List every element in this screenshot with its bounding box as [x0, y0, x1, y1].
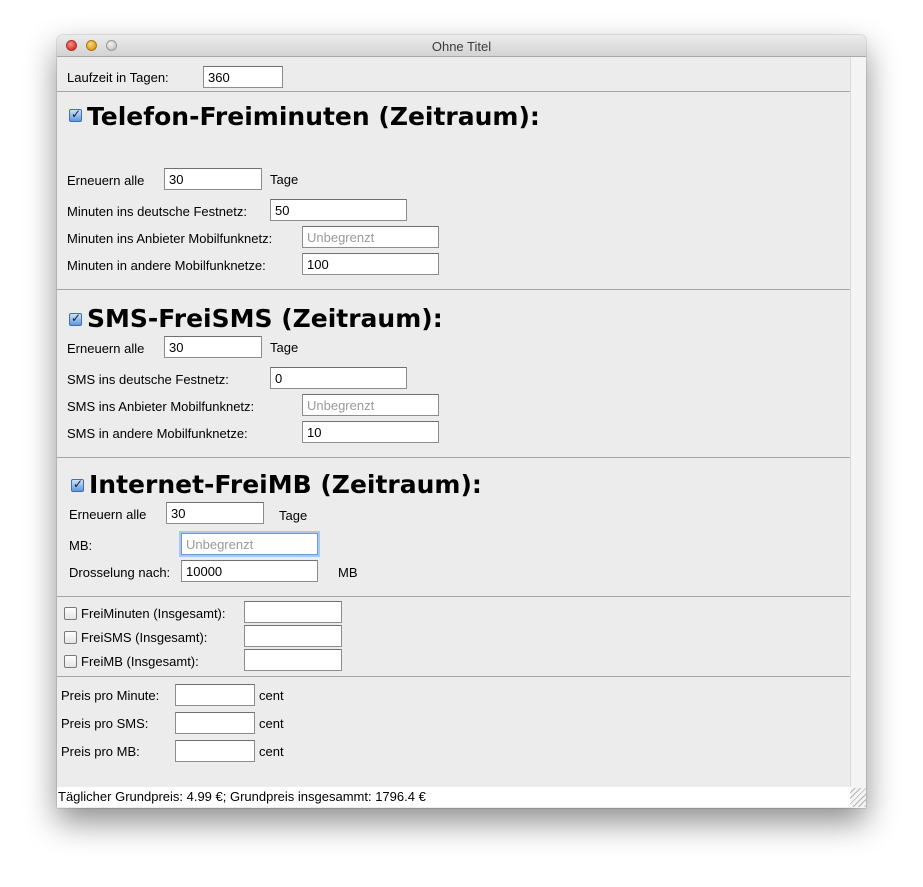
freisms-total-label: FreiSMS (Insgesamt): [81, 630, 208, 645]
telefon-andere-label: Minuten in andere Mobilfunknetze: [67, 258, 266, 273]
price-sms-input[interactable] [175, 712, 255, 734]
sms-renew-label: Erneuern alle [67, 341, 145, 356]
telefon-renew-input[interactable] [164, 168, 262, 190]
telefon-heading: Telefon-Freiminuten (Zeitraum): [87, 102, 540, 131]
price-minute-label: Preis pro Minute: [61, 688, 160, 703]
freiminuten-total-input[interactable] [244, 601, 342, 623]
window-title: Ohne Titel [431, 39, 492, 54]
sms-heading: SMS-FreiSMS (Zeitraum): [87, 304, 443, 333]
vertical-scrollbar[interactable] [850, 57, 866, 808]
telefon-andere-input[interactable] [302, 253, 439, 275]
internet-enabled-checkbox[interactable] [71, 477, 84, 492]
separator [57, 676, 850, 677]
telefon-anbieter-label: Minuten ins Anbieter Mobilfunknetz: [67, 231, 273, 246]
internet-renew-label: Erneuern alle [69, 507, 147, 522]
telefon-anbieter-input[interactable] [302, 226, 439, 248]
price-minute-unit: cent [259, 688, 284, 703]
freimb-total-checkbox[interactable] [64, 655, 77, 668]
sms-anbieter-input[interactable] [302, 394, 439, 416]
price-sms-label: Preis pro SMS: [61, 716, 149, 731]
freiminuten-total-label: FreiMinuten (Insgesamt): [81, 606, 226, 621]
price-mb-input[interactable] [175, 740, 255, 762]
freisms-total-input[interactable] [244, 625, 342, 647]
separator [57, 596, 850, 597]
app-window: Ohne Titel Laufzeit in Tagen: Telefon-Fr… [57, 35, 866, 808]
telefon-renew-label: Erneuern alle [67, 173, 145, 188]
separator [57, 289, 850, 290]
sms-renew-input[interactable] [164, 336, 262, 358]
internet-renew-input[interactable] [166, 502, 264, 524]
internet-heading: Internet-FreiMB (Zeitraum): [89, 470, 482, 499]
status-bar: Täglicher Grundpreis: 4.99 €; Grundpreis… [57, 787, 851, 807]
main-content: Laufzeit in Tagen: Telefon-Freiminuten (… [57, 57, 866, 808]
laufzeit-input[interactable] [203, 66, 283, 88]
sms-festnetz-label: SMS ins deutsche Festnetz: [67, 372, 229, 387]
sms-anbieter-label: SMS ins Anbieter Mobilfunknetz: [67, 399, 255, 414]
telefon-festnetz-input[interactable] [270, 199, 407, 221]
freimb-total-label: FreiMB (Insgesamt): [81, 654, 199, 669]
sms-enabled-checkbox[interactable] [69, 311, 82, 326]
internet-renew-unit: Tage [279, 508, 308, 523]
internet-throttle-input[interactable] [181, 560, 318, 582]
separator [57, 91, 850, 92]
internet-mb-input[interactable] [181, 533, 318, 555]
telefon-enabled-checkbox[interactable] [69, 107, 82, 122]
sms-festnetz-input[interactable] [270, 367, 407, 389]
price-sms-unit: cent [259, 716, 284, 731]
sms-andere-input[interactable] [302, 421, 439, 443]
sms-andere-label: SMS in andere Mobilfunknetze: [67, 426, 248, 441]
price-mb-unit: cent [259, 744, 284, 759]
price-minute-input[interactable] [175, 684, 255, 706]
resize-grip-icon[interactable] [850, 788, 866, 807]
title-bar[interactable]: Ohne Titel [57, 35, 866, 57]
freisms-total-checkbox[interactable] [64, 631, 77, 644]
freimb-total-input[interactable] [244, 649, 342, 671]
internet-throttle-unit: MB [338, 565, 358, 580]
internet-mb-label: MB: [69, 538, 93, 553]
freiminuten-total-checkbox[interactable] [64, 607, 77, 620]
internet-throttle-label: Drosselung nach: [69, 565, 171, 580]
separator [57, 457, 850, 458]
telefon-festnetz-label: Minuten ins deutsche Festnetz: [67, 204, 247, 219]
sms-renew-unit: Tage [270, 340, 299, 355]
telefon-renew-unit: Tage [270, 172, 299, 187]
laufzeit-label: Laufzeit in Tagen: [67, 70, 169, 85]
price-mb-label: Preis pro MB: [61, 744, 140, 759]
